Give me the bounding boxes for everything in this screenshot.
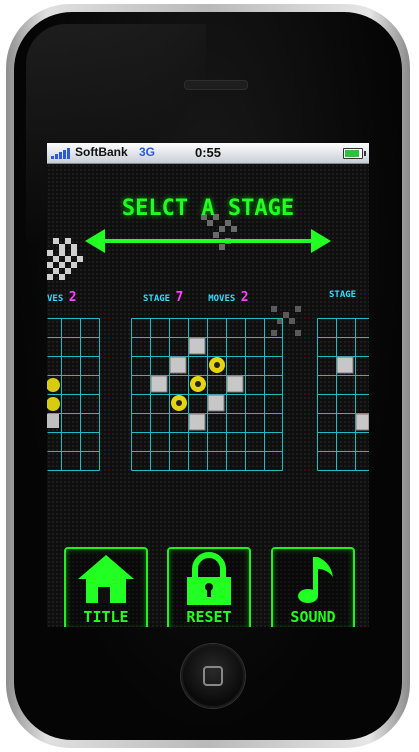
grid-lines [131, 318, 283, 471]
center-stage-label: STAGE 7 MOVES 2 [143, 290, 249, 305]
title-button[interactable]: TITLE [64, 547, 148, 627]
center-stage-value: 7 [175, 290, 184, 305]
center-moves-label: MOVES [208, 294, 236, 304]
home-square-icon [203, 666, 223, 686]
status-bar: SoftBank 3G 0:55 [47, 143, 369, 164]
reset-button-label: RESET [186, 608, 232, 626]
left-moves-value: 2 [68, 290, 77, 305]
game-area: SELCT A STAGE VES 2 STAGE 7 MOVES 2 STAG… [47, 164, 369, 627]
double-arrow-icon[interactable] [83, 224, 333, 258]
center-moves-value: 2 [240, 290, 249, 305]
stage-board-left[interactable] [47, 318, 101, 474]
house-icon [78, 555, 134, 603]
earpiece-speaker [184, 80, 248, 90]
battery-icon [343, 148, 366, 159]
right-stage-label: STAGE [329, 290, 356, 300]
screen: SoftBank 3G 0:55 SELCT A STAGE VES 2 STA… [47, 143, 369, 627]
reset-button[interactable]: RESET [167, 547, 251, 627]
stage-board-right[interactable] [317, 318, 369, 474]
screen-title: SELCT A STAGE [121, 196, 295, 221]
title-button-label: TITLE [83, 608, 129, 626]
lock-icon [187, 552, 231, 605]
stage-board-center[interactable] [131, 318, 283, 474]
home-button[interactable] [181, 644, 245, 708]
sound-button-label: SOUND [290, 608, 336, 626]
left-stage-label: VES 2 [47, 290, 77, 305]
left-moves-label: VES [47, 294, 64, 304]
status-time: 0:55 [194, 145, 222, 160]
sound-button[interactable]: SOUND [271, 547, 355, 627]
center-stage-label-text: STAGE [143, 294, 171, 304]
right-stage-label-text: STAGE [329, 290, 357, 300]
checker-decoration-left [47, 238, 83, 280]
music-note-icon [298, 557, 333, 603]
